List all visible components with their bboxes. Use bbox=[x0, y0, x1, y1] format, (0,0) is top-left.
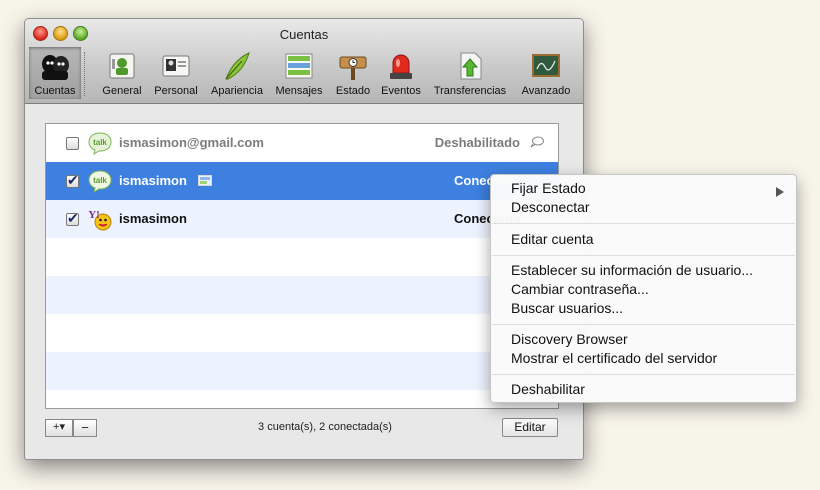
add-account-button[interactable]: +▾ bbox=[45, 419, 73, 437]
account-name: ismasimon bbox=[119, 211, 187, 226]
edit-account-button[interactable]: Editar bbox=[502, 418, 558, 437]
card-icon bbox=[198, 175, 212, 186]
toolbar-label-cuentas: Cuentas bbox=[34, 85, 76, 97]
toolbar-label-personal: Personal bbox=[154, 85, 198, 97]
table-row[interactable]: ✔ talk ismasimon Conectado bbox=[46, 162, 558, 200]
messages-icon bbox=[285, 53, 313, 79]
menu-divider bbox=[492, 374, 795, 375]
gtalk-icon: talk bbox=[88, 132, 112, 155]
toolbar-separator bbox=[84, 52, 85, 96]
menu-item-label: Fijar Estado bbox=[511, 180, 586, 196]
status-sign-icon bbox=[339, 56, 367, 80]
appearance-icon bbox=[225, 52, 250, 80]
toolbar-item-apariencia[interactable]: Apariencia bbox=[207, 47, 267, 99]
menu-divider bbox=[492, 223, 795, 224]
toolbar-item-cuentas[interactable]: Cuentas bbox=[29, 47, 81, 99]
gtalk-icon: talk bbox=[88, 170, 112, 193]
personal-icon bbox=[162, 55, 190, 77]
submenu-arrow-icon bbox=[776, 187, 784, 197]
svg-text:talk: talk bbox=[93, 138, 107, 147]
menu-item-fijar-estado[interactable]: Fijar Estado bbox=[511, 180, 796, 197]
account-context-menu: Fijar Estado Desconectar Editar cuenta E… bbox=[490, 174, 797, 403]
toolbar-label-mensajes: Mensajes bbox=[275, 85, 323, 97]
list-stripe bbox=[46, 352, 558, 390]
menu-item-discovery-browser[interactable]: Discovery Browser bbox=[511, 331, 628, 347]
toolbar-item-personal[interactable]: Personal bbox=[151, 47, 201, 99]
chalkboard-icon bbox=[532, 54, 560, 77]
title-toolbar: Cuentas Cuentas General Personal Aparien… bbox=[25, 19, 583, 104]
toolbar-label-apariencia: Apariencia bbox=[211, 85, 263, 97]
toolbar-item-general[interactable]: General bbox=[99, 47, 145, 99]
menu-divider bbox=[492, 324, 795, 325]
menu-item-desconectar[interactable]: Desconectar bbox=[511, 199, 590, 215]
svg-text:talk: talk bbox=[93, 176, 107, 185]
toolbar-label-estado: Estado bbox=[335, 85, 371, 97]
table-row[interactable]: talk ismasimon@gmail.com Deshabilitado bbox=[46, 124, 558, 162]
toolbar-item-avanzado[interactable]: Avanzado bbox=[517, 47, 575, 99]
accounts-summary: 3 cuenta(s), 2 conectada(s) bbox=[258, 421, 392, 433]
enabled-checkbox[interactable] bbox=[66, 137, 79, 150]
svg-text:Y!: Y! bbox=[88, 209, 100, 221]
menu-item-establecer-info[interactable]: Establecer su información de usuario... bbox=[511, 262, 753, 278]
menu-item-cambiar-contrasena[interactable]: Cambiar contraseña... bbox=[511, 281, 649, 297]
toolbar-label-eventos: Eventos bbox=[381, 85, 421, 97]
general-icon bbox=[109, 53, 135, 79]
toolbar-item-eventos[interactable]: Eventos bbox=[379, 47, 423, 99]
accounts-icon bbox=[42, 55, 69, 80]
menu-item-buscar-usuarios[interactable]: Buscar usuarios... bbox=[511, 300, 623, 316]
toolbar-item-estado[interactable]: Estado bbox=[331, 47, 375, 99]
toolbar-item-transferencias[interactable]: Transferencias bbox=[429, 47, 511, 99]
transfer-icon bbox=[460, 52, 482, 80]
table-row[interactable]: ✔ Y! ismasimon Conectado bbox=[46, 200, 558, 238]
menu-divider bbox=[492, 255, 795, 256]
toolbar-label-avanzado: Avanzado bbox=[521, 85, 571, 97]
menu-item-editar-cuenta[interactable]: Editar cuenta bbox=[511, 231, 594, 247]
account-status: Deshabilitado bbox=[434, 135, 520, 150]
account-name: ismasimon@gmail.com bbox=[119, 135, 264, 150]
menu-item-deshabilitar[interactable]: Deshabilitar bbox=[511, 381, 585, 397]
menu-item-mostrar-certificado[interactable]: Mostrar el certificado del servidor bbox=[511, 350, 717, 366]
toolbar-item-mensajes[interactable]: Mensajes bbox=[271, 47, 327, 99]
toolbar-label-transferencias: Transferencias bbox=[433, 85, 507, 97]
speech-bubble-icon bbox=[530, 136, 544, 148]
enabled-checkbox[interactable]: ✔ bbox=[66, 210, 79, 226]
window-title: Cuentas bbox=[279, 27, 329, 42]
siren-icon bbox=[390, 54, 412, 79]
accounts-list[interactable]: talk ismasimon@gmail.com Deshabilitado ✔… bbox=[45, 123, 559, 409]
yahoo-icon: Y! bbox=[88, 209, 112, 231]
toolbar-label-general: General bbox=[102, 85, 142, 97]
list-stripe bbox=[46, 276, 558, 314]
enabled-checkbox[interactable]: ✔ bbox=[66, 172, 79, 188]
account-name: ismasimon bbox=[119, 173, 187, 188]
remove-account-button[interactable]: − bbox=[73, 419, 97, 437]
